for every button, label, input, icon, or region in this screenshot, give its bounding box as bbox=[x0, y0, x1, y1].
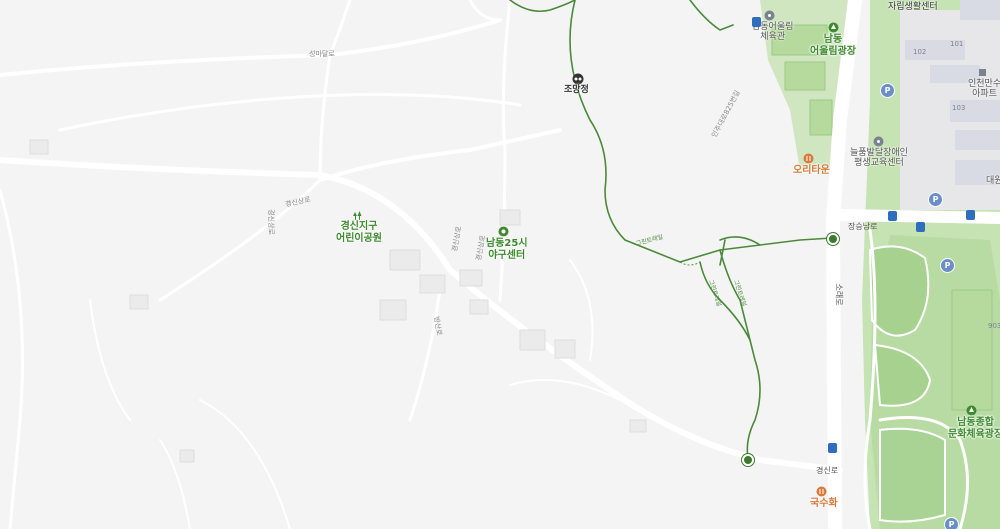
edu-center-line2: 평생교육센터 bbox=[854, 158, 904, 169]
sports-icon[interactable] bbox=[498, 226, 509, 237]
gym-icon[interactable] bbox=[764, 10, 775, 21]
namdong-plaza-line2: 어울림광장 bbox=[810, 45, 856, 57]
edu-center-icon[interactable] bbox=[873, 136, 884, 147]
culture-plaza-label[interactable]: 남동종합 문화체육광장 bbox=[948, 417, 1000, 440]
road-label-jangseungnam: 장승남로 bbox=[848, 222, 878, 231]
trailhead-marker[interactable] bbox=[827, 233, 839, 245]
bus-stop-icon[interactable] bbox=[828, 443, 837, 453]
bus-stop-icon[interactable] bbox=[916, 222, 925, 232]
parking-icon[interactable]: P bbox=[928, 192, 943, 207]
kids-park-line2: 어린이공원 bbox=[336, 232, 382, 244]
bus-stop-icon[interactable] bbox=[752, 17, 761, 27]
building-number-903: 903 bbox=[988, 322, 1000, 330]
road-label-gyeongsinsang-2: 경신상로 bbox=[266, 209, 275, 235]
culture-plaza-line1: 남동종합 bbox=[957, 417, 994, 428]
map-canvas[interactable]: 조망정 남동25시 야구센터 경신지구 어린이공원 남동어울림 체육관 남동 어… bbox=[0, 0, 1000, 529]
bus-stop-icon[interactable] bbox=[888, 211, 897, 221]
viewpoint-label[interactable]: 조망정 bbox=[564, 85, 589, 95]
plaza-park-icon[interactable] bbox=[828, 22, 839, 33]
road-label-gyeongsin: 경신로 bbox=[816, 466, 839, 475]
self-reliance-label[interactable]: 자립생활센터 bbox=[888, 2, 938, 12]
apartment-label[interactable]: 인천만수 아파트 bbox=[968, 79, 1000, 100]
baseball-center-line1: 남동25시 bbox=[486, 238, 528, 249]
road-label-seongmadari: 성마달로 bbox=[309, 50, 335, 58]
daewon-label[interactable]: 대원 bbox=[986, 176, 1000, 186]
restaurant-1-label[interactable]: 오리타운 bbox=[793, 165, 830, 177]
building-number-101: 101 bbox=[950, 40, 964, 48]
map-base-layer bbox=[0, 0, 1000, 529]
building-number-103: 103 bbox=[952, 104, 966, 112]
baseball-center-label[interactable]: 남동25시 야구센터 bbox=[486, 238, 528, 261]
road-label-sorae: 소래로 bbox=[834, 283, 844, 306]
kids-park-line1: 경신지구 bbox=[340, 221, 378, 232]
kids-park-label[interactable]: 경신지구 어린이공원 bbox=[336, 221, 382, 244]
restaurant-icon[interactable] bbox=[803, 153, 814, 164]
viewpoint-icon[interactable] bbox=[572, 73, 584, 85]
parking-icon[interactable]: P bbox=[944, 517, 959, 529]
baseball-center-line2: 야구센터 bbox=[488, 249, 526, 261]
parking-icon[interactable]: P bbox=[880, 83, 895, 98]
namdong-gym-line2: 체육관 bbox=[760, 32, 786, 43]
edu-center-line1: 늘품발달장애인 bbox=[850, 148, 908, 158]
culture-plaza-icon[interactable] bbox=[966, 405, 977, 416]
namdong-plaza-line1: 남동 bbox=[823, 34, 843, 45]
trailhead-marker[interactable] bbox=[742, 454, 754, 466]
restaurant-icon[interactable] bbox=[816, 486, 827, 497]
park-icon[interactable] bbox=[352, 210, 363, 221]
apartment-line2: 아파트 bbox=[972, 89, 997, 100]
bus-stop-icon[interactable] bbox=[966, 210, 975, 220]
restaurant-2-label[interactable]: 국수화 bbox=[810, 498, 838, 510]
edu-center-label[interactable]: 늘품발달장애인 평생교육센터 bbox=[850, 148, 908, 169]
namdong-plaza-label[interactable]: 남동 어울림광장 bbox=[810, 34, 856, 57]
building-number-102: 102 bbox=[913, 48, 927, 56]
culture-plaza-line2: 문화체육광장 bbox=[948, 428, 1000, 440]
apartment-line1: 인천만수 bbox=[968, 79, 1000, 89]
parking-icon[interactable]: P bbox=[940, 258, 955, 273]
